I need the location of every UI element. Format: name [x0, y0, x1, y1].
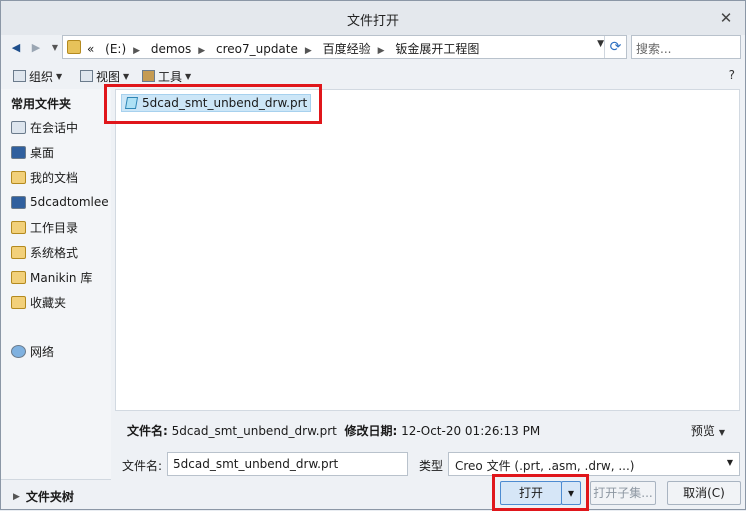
help-icon[interactable]: ? [729, 68, 735, 82]
breadcrumb: « (E:) ▶ demos ▶ creo7_update ▶ 百度经验 ▶ 钣金展开工… [87, 40, 486, 57]
filename-label: 文件名: [122, 459, 163, 473]
nav-item-network[interactable]: 网络 [11, 342, 54, 360]
nav-item-working-directory[interactable]: 工作目录 [11, 218, 78, 236]
working-folder-icon [11, 220, 26, 234]
nav-item-label: 5dcadtomlee [30, 195, 109, 209]
breadcrumb-separator-icon[interactable]: ▶ [305, 46, 312, 56]
breadcrumb-drive[interactable]: (E:) [105, 42, 126, 56]
common-folders-panel: 常用文件夹 在会话中 桌面 我的文档 5dcadtomlee 工作目录 系统格式… [1, 89, 111, 479]
network-icon [11, 344, 26, 358]
nav-item-label: Manikin 库 [30, 270, 93, 285]
breadcrumb-separator-icon[interactable]: ▶ [198, 46, 205, 56]
breadcrumb-creo7-update[interactable]: creo7_update [216, 42, 298, 56]
folder-icon [11, 270, 26, 284]
info-modified: 12-Oct-20 01:26:13 PM [401, 424, 541, 438]
open-subset-button[interactable]: 打开子集... [590, 481, 656, 505]
chevron-down-icon: ▼ [123, 71, 130, 81]
refresh-icon[interactable]: ⟳ [604, 36, 626, 58]
nav-item-favorites[interactable]: 收藏夹 [11, 293, 66, 311]
filename-field[interactable]: 5dcad_smt_unbend_drw.prt [167, 452, 408, 476]
expand-arrow-icon: ▶ [13, 491, 20, 502]
back-arrow-icon[interactable]: ◀ [7, 39, 25, 57]
breadcrumb-separator-icon[interactable]: ▶ [133, 46, 140, 56]
favorites-icon [11, 295, 26, 309]
nav-item-label: 在会话中 [30, 120, 79, 135]
info-filename-label: 文件名: [127, 424, 168, 438]
nav-item-desktop[interactable]: 桌面 [11, 143, 54, 161]
nav-item-label: 我的文档 [30, 170, 79, 185]
breadcrumb-current[interactable]: 钣金展开工程图 [395, 42, 479, 56]
preview-toggle[interactable]: 预览 ▼ [691, 422, 725, 439]
tools-icon [142, 70, 155, 82]
info-modified-label: 修改日期: [344, 424, 398, 438]
folder-tree-label: 文件夹树 [25, 490, 74, 504]
nav-item-in-session[interactable]: 在会话中 [11, 118, 78, 136]
address-bar[interactable]: « (E:) ▶ demos ▶ creo7_update ▶ 百度经验 ▶ 钣金展开工… [62, 35, 627, 59]
chevron-down-icon: ▼ [185, 71, 192, 81]
nav-item-label: 工作目录 [30, 220, 79, 235]
info-filename: 5dcad_smt_unbend_drw.prt [171, 424, 337, 438]
annotation-highlight-box [492, 474, 589, 511]
folder-tree-toggle[interactable]: ▶ 文件夹树 [1, 479, 111, 509]
tools-label: 工具 [158, 69, 183, 84]
nav-item-label: 桌面 [30, 145, 55, 160]
preview-label: 预览 [690, 424, 715, 438]
file-type-value: Creo 文件 (.prt, .asm, .drw, ...) [455, 459, 635, 473]
common-folders-header: 常用文件夹 [11, 97, 72, 111]
search-input[interactable]: 搜索... [631, 35, 741, 59]
file-list[interactable]: 5dcad_smt_unbend_drw.prt [115, 89, 740, 411]
title-bar: 文件打开 ✕ [1, 1, 745, 35]
address-dropdown-icon[interactable]: ▼ [597, 39, 604, 49]
tools-menu[interactable]: 工具 ▼ [142, 67, 191, 85]
chevron-down-icon: ▼ [718, 428, 725, 437]
organize-label: 组织 [29, 69, 54, 84]
type-label: 类型 [419, 459, 444, 473]
documents-icon [11, 170, 26, 184]
file-type-select[interactable]: Creo 文件 (.prt, .asm, .drw, ...) ▼ [448, 452, 740, 476]
organize-menu[interactable]: 组织 ▼ [13, 67, 62, 85]
nav-item-label: 网络 [30, 344, 55, 359]
monitor-icon [11, 120, 26, 134]
folder-icon [11, 245, 26, 259]
view-menu[interactable]: 视图 ▼ [80, 67, 129, 85]
nav-item-label: 收藏夹 [30, 295, 67, 310]
cancel-button[interactable]: 取消(C) [667, 481, 741, 505]
organize-icon [13, 70, 26, 82]
nav-item-documents[interactable]: 我的文档 [11, 168, 78, 186]
computer-icon [11, 195, 26, 209]
nav-item-system-formats[interactable]: 系统格式 [11, 243, 78, 261]
close-icon[interactable]: ✕ [715, 7, 737, 29]
breadcrumb-separator-icon[interactable]: ▶ [378, 46, 385, 56]
chevron-down-icon: ▼ [56, 71, 63, 81]
window-title: 文件打开 [346, 14, 399, 29]
chevron-down-icon: ▼ [726, 458, 733, 467]
file-open-dialog: 文件打开 ✕ ◀ ▶ ▼ « (E:) ▶ demos ▶ creo7_update… [0, 0, 746, 511]
breadcrumb-overflow[interactable]: « [87, 42, 94, 56]
view-icon [80, 70, 93, 82]
breadcrumb-demos[interactable]: demos [151, 42, 191, 56]
folder-icon [67, 40, 81, 54]
annotation-highlight-box [104, 84, 322, 124]
nav-item-label: 系统格式 [30, 245, 79, 260]
forward-arrow-icon[interactable]: ▶ [27, 39, 45, 57]
nav-item-computer[interactable]: 5dcadtomlee [11, 193, 109, 211]
view-label: 视图 [96, 69, 121, 84]
nav-item-manikin[interactable]: Manikin 库 [11, 268, 92, 286]
desktop-icon [11, 145, 26, 159]
breadcrumb-baidu[interactable]: 百度经验 [323, 42, 371, 56]
file-info-line: 文件名: 5dcad_smt_unbend_drw.prt 修改日期: 12-O… [127, 422, 540, 439]
